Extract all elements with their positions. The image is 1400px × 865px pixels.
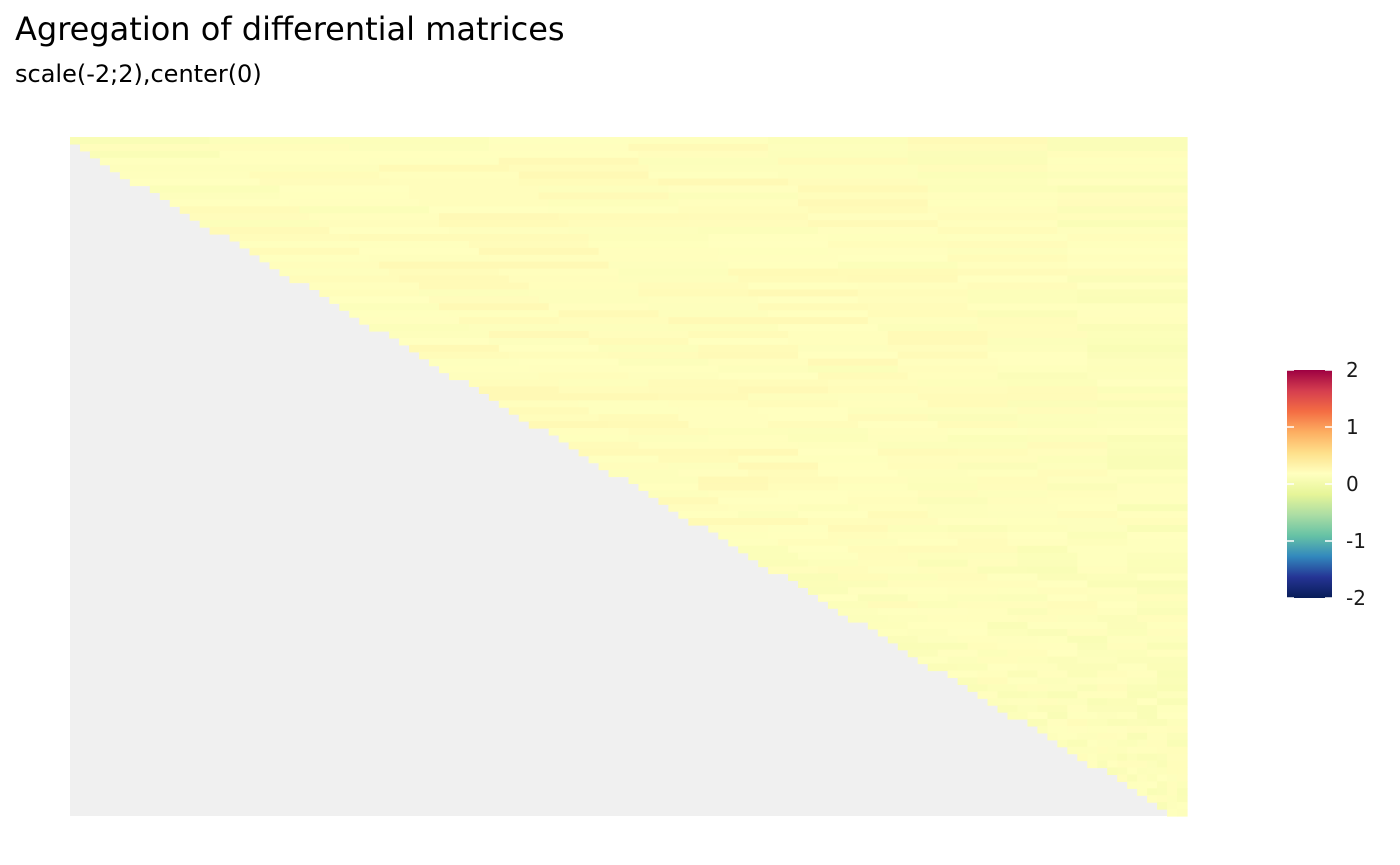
colorbar-tick-label: -2	[1346, 586, 1366, 610]
colorbar-tick-label: 0	[1346, 472, 1359, 496]
colorbar-tick-label: -1	[1346, 529, 1366, 553]
colorbar-tick-label: 2	[1346, 358, 1359, 382]
colorbar-legend: 2 1 0 -1 -2	[1287, 358, 1366, 610]
colorbar-tick-labels: 2 1 0 -1 -2	[1346, 358, 1366, 610]
colorbar-tick-label: 1	[1346, 415, 1359, 439]
